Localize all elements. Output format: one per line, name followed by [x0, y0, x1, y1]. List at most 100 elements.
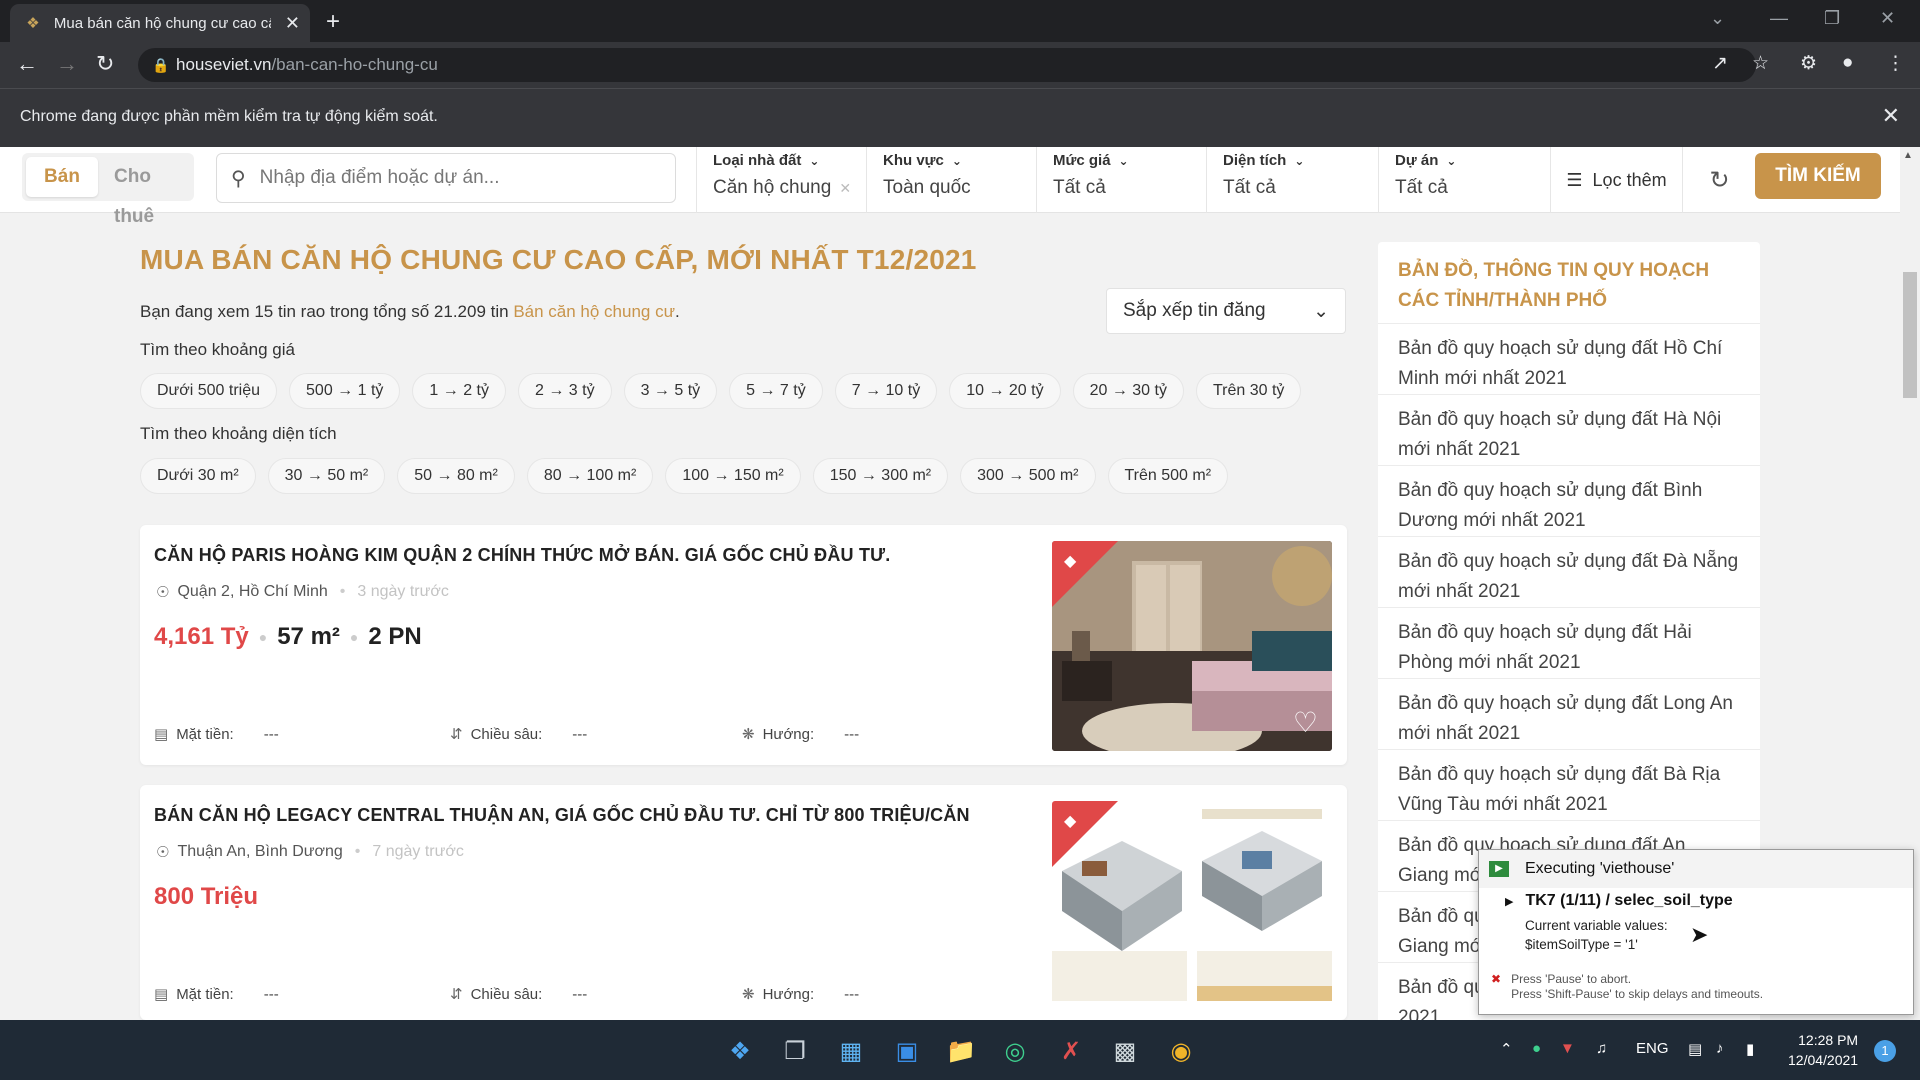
area-chip[interactable]: 80 → 100 m² [526, 458, 654, 494]
filter-property-type[interactable]: Loại nhà đất ⌄ Căn hộ chung ✕ [696, 147, 866, 213]
area-chip[interactable]: Trên 500 m² [1107, 458, 1229, 494]
tab-rent[interactable]: Cho thuê [114, 157, 194, 227]
sidebar-link[interactable]: Bản đồ quy hoạch sử dụng đất Hà Nội mới … [1378, 395, 1760, 466]
price-chip[interactable]: Dưới 500 triệu [140, 373, 278, 409]
microphone-icon[interactable]: ♫ [1596, 1040, 1607, 1057]
depth-label: Chiều sâu: [470, 725, 543, 743]
sidebar-link[interactable]: Bản đồ quy hoạch sử dụng đất Bình Dương … [1378, 466, 1760, 537]
chrome-icon[interactable]: ◉ [1166, 1036, 1196, 1066]
filter-region[interactable]: Khu vực ⌄ Toàn quốc [866, 147, 1036, 213]
listing-photo[interactable]: ◆ [1052, 801, 1332, 1006]
widgets-icon[interactable]: ▦ [836, 1036, 866, 1066]
close-tab-icon[interactable]: ✕ [285, 13, 300, 34]
listing-title[interactable]: BÁN CĂN HỘ LEGACY CENTRAL THUẬN AN, GIÁ … [154, 805, 970, 826]
edge-browser-icon[interactable]: ◎ [1000, 1036, 1030, 1066]
featured-ribbon [1052, 541, 1118, 607]
listing-card[interactable]: BÁN CĂN HỘ LEGACY CENTRAL THUẬN AN, GIÁ … [140, 785, 1347, 1020]
tab-sell[interactable]: Bán [26, 157, 98, 197]
new-tab-icon[interactable]: + [326, 8, 340, 36]
current-step[interactable]: ▶ TK7 (1/11) / selec_soil_type [1505, 892, 1733, 910]
tab-search-icon[interactable]: ⌄ [1710, 8, 1725, 29]
area-chip[interactable]: Dưới 30 m² [140, 458, 256, 494]
address-bar[interactable]: 🔒 houseviet.vn/ban-can-ho-chung-cu [138, 48, 1756, 82]
tray-v-icon[interactable]: ▼ [1560, 1040, 1575, 1057]
language-indicator[interactable]: ENG [1636, 1040, 1669, 1057]
price-chip[interactable]: 3 → 5 tỷ [623, 373, 718, 409]
area-chip[interactable]: 50 → 80 m² [397, 458, 515, 494]
more-filters-button[interactable]: ☰ Lọc thêm [1550, 147, 1682, 213]
price-chip[interactable]: 20 → 30 tỷ [1072, 373, 1184, 409]
category-link[interactable]: Bán căn hộ chung cư [513, 302, 675, 321]
price-range-chips: Dưới 500 triệu 500 → 1 tỷ 1 → 2 tỷ 2 → 3… [140, 373, 1302, 409]
scroll-up-icon[interactable]: ▲ [1903, 150, 1913, 161]
reset-filters-button[interactable]: ↻ [1682, 147, 1756, 213]
system-clock[interactable]: 12:28 PM 12/04/2021 [1788, 1030, 1858, 1070]
clear-icon[interactable]: ✕ [839, 180, 851, 196]
listing-card[interactable]: CĂN HỘ PARIS HOÀNG KIM QUẬN 2 CHÍNH THỨC… [140, 525, 1347, 765]
restore-icon[interactable]: ❐ [1824, 8, 1840, 29]
tray-expand-icon[interactable]: ⌃ [1500, 1040, 1513, 1058]
area-chip[interactable]: 300 → 500 m² [960, 458, 1096, 494]
price-chip[interactable]: 2 → 3 tỷ [517, 373, 612, 409]
price-chip[interactable]: Trên 30 tỷ [1195, 373, 1302, 409]
search-button[interactable]: TÌM KIẾM [1755, 153, 1881, 199]
sell-rent-toggle: Bán Cho thuê [22, 153, 194, 227]
close-infobar-icon[interactable]: ✕ [1882, 103, 1900, 129]
windows-taskbar: ❖ ❐ ▦ ▣ 📁 ◎ ✗ ▩ ◉ ⌃ ● ▼ ♫ ENG ▤ ♪ ▮ 12:2… [0, 1020, 1920, 1080]
depth-info: ⇵ Chiều sâu: --- [450, 985, 587, 1004]
battery-icon[interactable]: ▮ [1746, 1040, 1754, 1058]
url-host: houseviet.vn [176, 55, 272, 74]
tray-app-icon[interactable]: ● [1532, 1040, 1541, 1057]
search-icon: ⚲ [231, 167, 246, 190]
price-chip[interactable]: 10 → 20 tỷ [949, 373, 1061, 409]
heart-icon[interactable]: ♡ [1293, 706, 1318, 739]
file-explorer-icon[interactable]: 📁 [946, 1036, 976, 1066]
forward-icon[interactable]: → [56, 51, 78, 77]
browser-tab[interactable]: ❖ Mua bán căn hộ chung cư cao cấ ✕ [10, 4, 310, 42]
price-chip[interactable]: 5 → 7 tỷ [729, 373, 823, 409]
sidebar-link[interactable]: Bản đồ quy hoạch sử dụng đất Long An mới… [1378, 679, 1760, 750]
filter-project[interactable]: Dự án ⌄ Tất cả [1378, 147, 1550, 213]
task-view-icon[interactable]: ❐ [780, 1036, 810, 1066]
area-chip[interactable]: 30 → 50 m² [267, 458, 386, 494]
minimize-icon[interactable]: — [1770, 8, 1788, 29]
filter-value: Tất cả [1053, 177, 1106, 198]
sidebar-link[interactable]: Bản đồ quy hoạch sử dụng đất Bà Rịa Vũng… [1378, 750, 1760, 821]
direction-value: --- [844, 985, 860, 1003]
sort-dropdown[interactable]: Sắp xếp tin đăng ⌄ [1106, 288, 1346, 334]
windows-start-icon[interactable]: ❖ [725, 1036, 755, 1066]
listing-photo[interactable]: ◆ ♡ [1052, 541, 1332, 751]
profile-icon[interactable]: ● [1842, 52, 1853, 74]
app-tool-icon[interactable]: ✗ [1056, 1036, 1086, 1066]
filter-price[interactable]: Mức giá ⌄ Tất cả [1036, 147, 1206, 213]
search-input[interactable] [259, 167, 660, 189]
store-icon[interactable]: ▣ [892, 1036, 922, 1066]
area-chip[interactable]: 100 → 150 m² [665, 458, 801, 494]
bookmark-star-icon[interactable]: ☆ [1752, 52, 1769, 75]
listing-price-row: 800 Triệu [154, 883, 258, 911]
tab-title: Mua bán căn hộ chung cư cao cấ [53, 14, 271, 32]
url-path: /ban-can-ho-chung-cu [271, 55, 438, 74]
notification-badge[interactable]: 1 [1874, 1040, 1896, 1062]
area-chip[interactable]: 150 → 300 m² [812, 458, 949, 494]
sidebar-link[interactable]: Bản đồ quy hoạch sử dụng đất Đà Nẵng mới… [1378, 537, 1760, 608]
filter-area[interactable]: Diện tích ⌄ Tất cả [1206, 147, 1378, 213]
mouse-cursor-icon: ➤ [1690, 922, 1709, 947]
sidebar-link[interactable]: Bản đồ quy hoạch sử dụng đất Hải Phòng m… [1378, 608, 1760, 679]
summary-suffix: . [674, 302, 680, 321]
price-chip[interactable]: 7 → 10 tỷ [834, 373, 938, 409]
sidebar-link[interactable]: Bản đồ quy hoạch sử dụng đất Hồ Chí Minh… [1378, 324, 1760, 395]
reload-icon[interactable]: ↻ [96, 51, 114, 77]
extensions-icon[interactable]: ⚙ [1800, 52, 1817, 75]
price-chip[interactable]: 1 → 2 tỷ [412, 373, 506, 409]
scrollbar-thumb[interactable] [1903, 272, 1917, 398]
app-window-icon[interactable]: ▩ [1110, 1036, 1140, 1066]
price-chip[interactable]: 500 → 1 tỷ [289, 373, 401, 409]
close-window-icon[interactable]: ✕ [1880, 8, 1895, 29]
back-icon[interactable]: ← [16, 51, 38, 77]
volume-icon[interactable]: ♪ [1716, 1040, 1724, 1057]
share-icon[interactable]: ↗ [1712, 52, 1728, 75]
listing-title[interactable]: CĂN HỘ PARIS HOÀNG KIM QUẬN 2 CHÍNH THỨC… [154, 545, 890, 566]
network-icon[interactable]: ▤ [1688, 1040, 1702, 1058]
menu-icon[interactable]: ⋮ [1886, 52, 1905, 75]
